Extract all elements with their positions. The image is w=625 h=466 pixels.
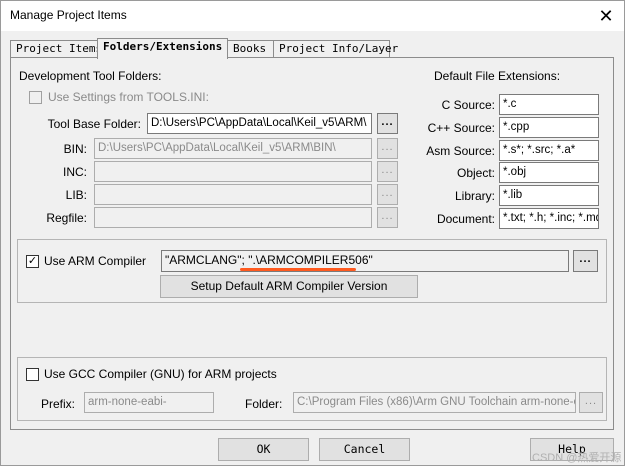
prefix-field[interactable]: arm-none-eabi-: [84, 392, 214, 413]
close-icon[interactable]: ✕: [592, 2, 620, 30]
arm-compiler-field[interactable]: "ARMCLANG"; ".\ARMCOMPILER506": [161, 250, 569, 272]
lib-label: LIB:: [65, 188, 87, 202]
asm-source-label: Asm Source:: [426, 144, 495, 158]
use-tools-ini-label: Use Settings from TOOLS.INI:: [48, 90, 209, 104]
manage-project-items-dialog: Manage Project Items ✕ Project Items Fol…: [0, 0, 625, 466]
use-arm-compiler-label: Use ARM Compiler: [44, 254, 147, 268]
title-bar: Manage Project Items ✕: [1, 1, 624, 31]
folder-label: Folder:: [245, 397, 283, 411]
window-title: Manage Project Items: [10, 8, 127, 22]
use-arm-compiler-checkbox[interactable]: ✓: [26, 255, 39, 268]
library-label: Library:: [454, 189, 495, 203]
regfile-field[interactable]: [94, 207, 372, 228]
dev-tools-heading: Development Tool Folders:: [19, 69, 162, 83]
setup-default-arm-compiler-button[interactable]: Setup Default ARM Compiler Version: [160, 275, 418, 298]
tab-project-items[interactable]: Project Items: [10, 40, 102, 58]
highlight-underline: [240, 268, 356, 271]
document-field[interactable]: *.txt; *.h; *.inc; *.md: [499, 208, 599, 229]
cpp-source-field[interactable]: *.cpp: [499, 117, 599, 138]
prefix-label: Prefix:: [40, 397, 75, 411]
use-gcc-compiler-label: Use GCC Compiler (GNU) for ARM projects: [44, 367, 277, 381]
gcc-folder-field[interactable]: C:\Program Files (x86)\Arm GNU Toolchain…: [293, 392, 576, 413]
bin-browse-button[interactable]: ...: [377, 138, 398, 159]
object-label: Object:: [456, 166, 495, 180]
tab-books[interactable]: Books: [227, 40, 274, 58]
bin-field[interactable]: D:\Users\PC\AppData\Local\Keil_v5\ARM\BI…: [94, 138, 372, 159]
tab-project-info-layer[interactable]: Project Info/Layer: [273, 40, 398, 58]
c-source-label: C Source:: [441, 98, 495, 112]
watermark: CSDN @热爱开源: [532, 452, 622, 464]
lib-browse-button[interactable]: ...: [377, 184, 398, 205]
cancel-button[interactable]: Cancel: [319, 438, 410, 461]
gcc-folder-browse-button[interactable]: ...: [579, 392, 603, 413]
bin-label: BIN:: [63, 142, 87, 156]
tool-base-label: Tool Base Folder:: [47, 117, 141, 131]
ok-button[interactable]: OK: [218, 438, 309, 461]
library-field[interactable]: *.lib: [499, 185, 599, 206]
c-source-field[interactable]: *.c: [499, 94, 599, 115]
inc-field[interactable]: [94, 161, 372, 182]
folders-extensions-panel: Development Tool Folders: Use Settings f…: [10, 57, 614, 430]
lib-field[interactable]: [94, 184, 372, 205]
object-field[interactable]: *.obj: [499, 162, 599, 183]
use-gcc-compiler-checkbox[interactable]: [26, 368, 39, 381]
document-label: Document:: [436, 212, 495, 226]
inc-browse-button[interactable]: ...: [377, 161, 398, 182]
cpp-source-label: C++ Source:: [427, 121, 495, 135]
tool-base-browse-button[interactable]: ...: [377, 113, 398, 134]
tab-folders-extensions[interactable]: Folders/Extensions: [97, 38, 228, 59]
inc-label: INC:: [63, 165, 87, 179]
use-tools-ini-checkbox[interactable]: [29, 91, 42, 104]
regfile-label: Regfile:: [46, 211, 87, 225]
extensions-heading: Default File Extensions:: [434, 69, 561, 83]
tool-base-field[interactable]: D:\Users\PC\AppData\Local\Keil_v5\ARM\: [147, 113, 372, 134]
asm-source-field[interactable]: *.s*; *.src; *.a*: [499, 140, 599, 161]
regfile-browse-button[interactable]: ...: [377, 207, 398, 228]
arm-compiler-browse-button[interactable]: ...: [573, 250, 598, 272]
